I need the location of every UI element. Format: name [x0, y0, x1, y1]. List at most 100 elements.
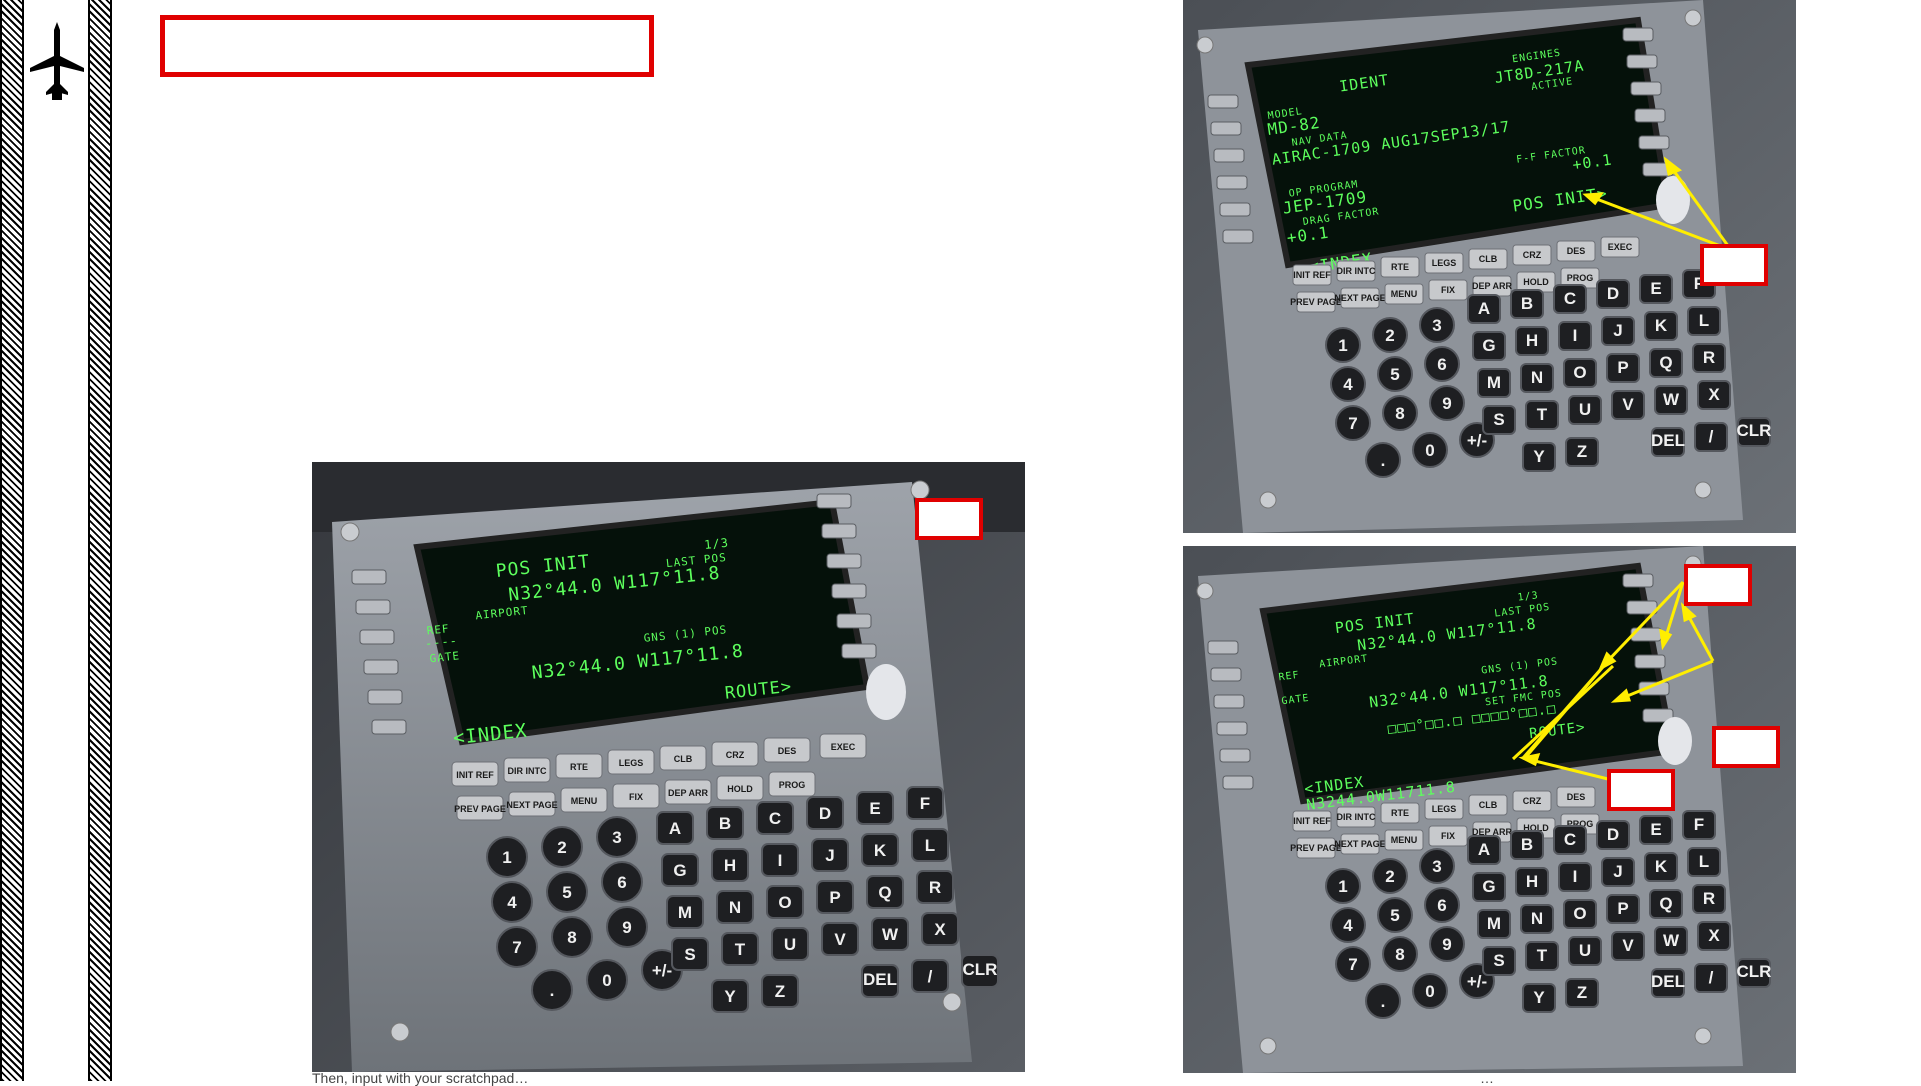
- svg-text:NEXT PAGE: NEXT PAGE: [506, 800, 557, 810]
- svg-text:2: 2: [557, 838, 566, 857]
- svg-text:G: G: [1482, 336, 1495, 355]
- svg-text:U: U: [1579, 400, 1591, 419]
- svg-text:.: .: [1381, 451, 1386, 470]
- svg-text:X: X: [1708, 385, 1720, 404]
- svg-text:L: L: [1699, 852, 1709, 871]
- svg-text:E: E: [869, 799, 880, 818]
- svg-text:U: U: [784, 935, 796, 954]
- svg-text:O: O: [1573, 363, 1586, 382]
- svg-text:B: B: [1521, 835, 1533, 854]
- svg-text:K: K: [874, 841, 887, 860]
- svg-text:DEL: DEL: [1651, 431, 1685, 450]
- svg-text:W: W: [882, 925, 899, 944]
- svg-text:J: J: [825, 846, 834, 865]
- svg-text:EXEC: EXEC: [831, 742, 856, 752]
- svg-text:1: 1: [502, 848, 511, 867]
- svg-text:7: 7: [1348, 955, 1357, 974]
- svg-text:Q: Q: [1659, 353, 1672, 372]
- svg-text:/: /: [1709, 968, 1714, 987]
- svg-text:LEGS: LEGS: [1432, 258, 1457, 268]
- fmc-photo-pos-init: POS INIT 1/3 LAST POS N32°44.0 W117°11.8…: [312, 462, 1025, 1072]
- svg-text:S: S: [684, 945, 695, 964]
- svg-text:0: 0: [602, 971, 611, 990]
- svg-text:5: 5: [1390, 365, 1399, 384]
- svg-text:DES: DES: [778, 746, 797, 756]
- svg-text:B: B: [719, 814, 731, 833]
- svg-text:H: H: [1526, 331, 1538, 350]
- svg-text:EXEC: EXEC: [1608, 242, 1633, 252]
- svg-text:INIT REF: INIT REF: [1293, 816, 1331, 826]
- svg-text:X: X: [934, 920, 946, 939]
- svg-text:Y: Y: [724, 987, 736, 1006]
- svg-text:HOLD: HOLD: [727, 784, 753, 794]
- svg-text:+/-: +/-: [652, 961, 672, 980]
- svg-text:N: N: [1531, 909, 1543, 928]
- svg-text:C: C: [769, 809, 781, 828]
- svg-text:S: S: [1493, 410, 1504, 429]
- svg-text:LEGS: LEGS: [1432, 804, 1457, 814]
- svg-text:Z: Z: [1577, 983, 1587, 1002]
- svg-text:3: 3: [612, 828, 621, 847]
- svg-text:A: A: [1478, 840, 1490, 859]
- svg-text:E: E: [1650, 820, 1661, 839]
- svg-text:1: 1: [1338, 336, 1347, 355]
- svg-text:+/-: +/-: [1467, 431, 1487, 450]
- svg-text:DIR INTC: DIR INTC: [1337, 266, 1376, 276]
- svg-text:Y: Y: [1533, 447, 1545, 466]
- svg-text:/: /: [928, 967, 933, 986]
- svg-text:Z: Z: [1577, 442, 1587, 461]
- callout-box-bottom-right-low: [1607, 769, 1675, 811]
- svg-text:J: J: [1613, 862, 1622, 881]
- svg-text:NEXT PAGE: NEXT PAGE: [1334, 839, 1385, 849]
- svg-text:0: 0: [1425, 982, 1434, 1001]
- svg-text:I: I: [778, 851, 783, 870]
- svg-text:CLR: CLR: [1737, 962, 1772, 981]
- svg-text:O: O: [1573, 904, 1586, 923]
- svg-text:Z: Z: [775, 982, 785, 1001]
- brightness-knob[interactable]: [1658, 717, 1692, 765]
- svg-text:3: 3: [1432, 857, 1441, 876]
- svg-text:FIX: FIX: [1441, 285, 1455, 295]
- svg-text:CRZ: CRZ: [1523, 250, 1542, 260]
- svg-text:M: M: [678, 903, 692, 922]
- svg-text:V: V: [834, 930, 846, 949]
- svg-text:P: P: [1617, 899, 1628, 918]
- svg-text:DEL: DEL: [863, 970, 897, 989]
- svg-text:INIT REF: INIT REF: [456, 770, 494, 780]
- svg-text:W: W: [1663, 390, 1680, 409]
- svg-text:9: 9: [622, 918, 631, 937]
- svg-text:1: 1: [1338, 877, 1347, 896]
- svg-text:CLR: CLR: [1737, 421, 1772, 440]
- svg-text:RTE: RTE: [570, 762, 588, 772]
- svg-text:F: F: [1694, 815, 1704, 834]
- brightness-knob[interactable]: [866, 664, 906, 720]
- svg-text:PREV PAGE: PREV PAGE: [454, 804, 506, 814]
- svg-text:N: N: [729, 898, 741, 917]
- svg-text:D: D: [819, 804, 831, 823]
- svg-text:.: .: [550, 981, 555, 1000]
- svg-text:F: F: [920, 794, 930, 813]
- svg-text:6: 6: [1437, 896, 1446, 915]
- svg-text:A: A: [669, 819, 681, 838]
- svg-text:MENU: MENU: [1391, 835, 1418, 845]
- svg-text:I: I: [1573, 326, 1578, 345]
- svg-text:P: P: [829, 888, 840, 907]
- svg-text:5: 5: [1390, 906, 1399, 925]
- svg-text:8: 8: [567, 928, 576, 947]
- svg-text:6: 6: [1437, 355, 1446, 374]
- svg-text:L: L: [1699, 311, 1709, 330]
- svg-text:V: V: [1622, 395, 1634, 414]
- svg-text:2: 2: [1385, 867, 1394, 886]
- svg-text:/: /: [1709, 427, 1714, 446]
- svg-text:R: R: [1703, 889, 1715, 908]
- callout-box-bottom-right-mid: [1712, 726, 1780, 768]
- svg-text:PROG: PROG: [779, 780, 806, 790]
- svg-text:9: 9: [1442, 935, 1451, 954]
- svg-text:7: 7: [1348, 414, 1357, 433]
- svg-text:E: E: [1650, 279, 1661, 298]
- svg-text:RTE: RTE: [1391, 808, 1409, 818]
- brightness-knob[interactable]: [1656, 176, 1690, 224]
- svg-text:LEGS: LEGS: [619, 758, 644, 768]
- svg-text:K: K: [1655, 316, 1668, 335]
- svg-text:A: A: [1478, 299, 1490, 318]
